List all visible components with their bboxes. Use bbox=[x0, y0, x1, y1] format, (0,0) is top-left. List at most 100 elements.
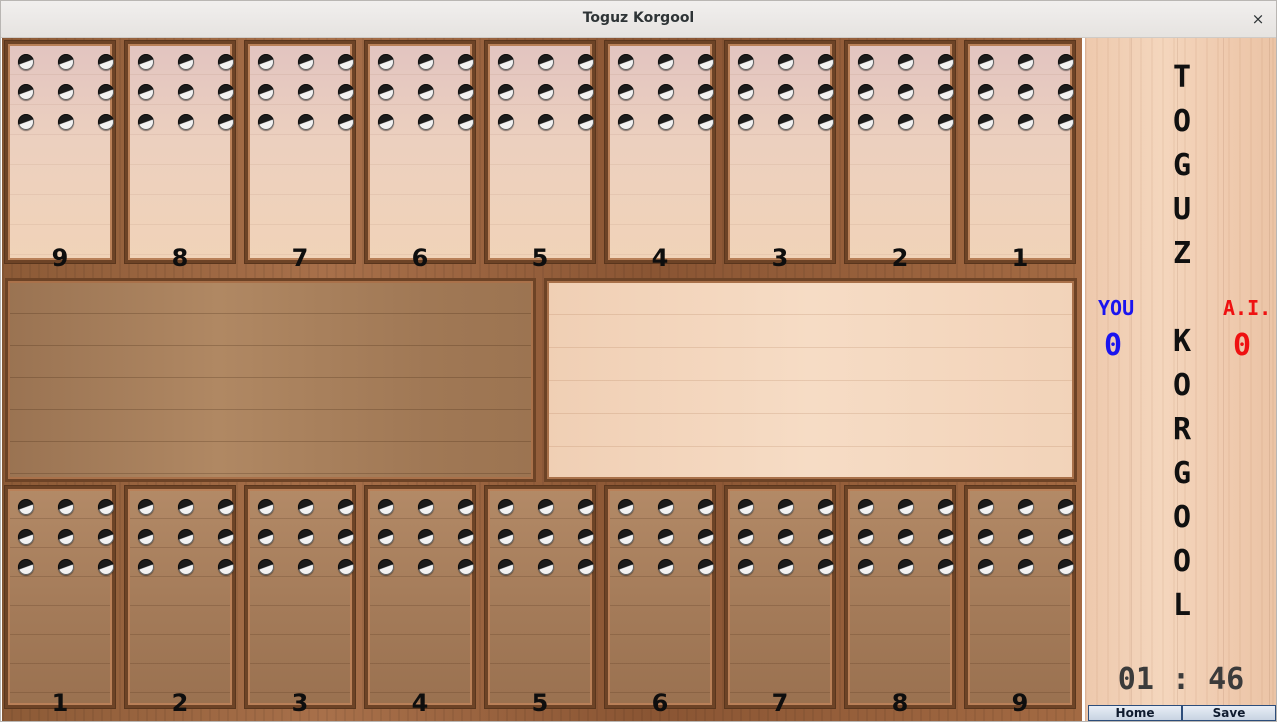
title-letter: Z bbox=[1172, 236, 1192, 271]
stone bbox=[338, 54, 354, 70]
pit-number: 8 bbox=[171, 244, 189, 272]
home-button[interactable]: Home bbox=[1088, 705, 1182, 721]
stone bbox=[858, 499, 874, 515]
stone bbox=[138, 54, 154, 70]
stone bbox=[378, 529, 394, 545]
player-pit-8[interactable]: 8 bbox=[845, 486, 955, 717]
stone bbox=[138, 499, 154, 515]
stone bbox=[138, 559, 154, 575]
stone bbox=[818, 529, 834, 545]
player-pit-4[interactable]: 4 bbox=[365, 486, 475, 717]
stone bbox=[698, 114, 714, 130]
opponent-pit-1[interactable]: 1 bbox=[965, 41, 1075, 272]
stone bbox=[618, 54, 634, 70]
stone bbox=[658, 114, 674, 130]
stone bbox=[978, 529, 994, 545]
pit-number: 4 bbox=[651, 244, 669, 272]
game-timer: 01 : 46 bbox=[1117, 662, 1245, 697]
stone bbox=[418, 529, 434, 545]
you-label: YOU bbox=[1098, 296, 1135, 320]
player-pit-6[interactable]: 6 bbox=[605, 486, 715, 717]
pit-number: 3 bbox=[771, 244, 789, 272]
stone bbox=[98, 54, 114, 70]
stone bbox=[1058, 559, 1074, 575]
stone bbox=[58, 114, 74, 130]
opponent-pit-9[interactable]: 9 bbox=[5, 41, 115, 272]
stone bbox=[698, 529, 714, 545]
stone bbox=[858, 114, 874, 130]
side-panel: YOU 0 A.I. 0 01 : 46 Home Save TOGUZKORG… bbox=[1085, 38, 1276, 721]
player-pit-1[interactable]: 1 bbox=[5, 486, 115, 717]
stone bbox=[218, 559, 234, 575]
stone bbox=[858, 529, 874, 545]
pit-number: 6 bbox=[411, 244, 429, 272]
stone bbox=[18, 114, 34, 130]
opponent-pit-5[interactable]: 5 bbox=[485, 41, 595, 272]
pit-number: 6 bbox=[651, 689, 669, 717]
opponent-pit-6[interactable]: 6 bbox=[365, 41, 475, 272]
title-letter: G bbox=[1172, 456, 1192, 491]
pit-number: 7 bbox=[291, 244, 309, 272]
player-kazan bbox=[5, 278, 536, 482]
stone bbox=[378, 499, 394, 515]
close-button[interactable]: × bbox=[1248, 9, 1268, 29]
stone bbox=[138, 84, 154, 100]
stone bbox=[498, 84, 514, 100]
stone bbox=[658, 559, 674, 575]
game-window: Toguz Korgool × 987654321 123456789 YOU … bbox=[0, 0, 1277, 722]
stone bbox=[778, 84, 794, 100]
player-pit-9[interactable]: 9 bbox=[965, 486, 1075, 717]
stone bbox=[98, 84, 114, 100]
stone bbox=[538, 54, 554, 70]
player-pit-7[interactable]: 7 bbox=[725, 486, 835, 717]
stone bbox=[58, 529, 74, 545]
stone bbox=[258, 84, 274, 100]
stone bbox=[458, 114, 474, 130]
window-title: Toguz Korgool bbox=[582, 10, 695, 26]
stone bbox=[1018, 54, 1034, 70]
stone bbox=[938, 529, 954, 545]
pit-number: 9 bbox=[51, 244, 69, 272]
opponent-pit-4[interactable]: 4 bbox=[605, 41, 715, 272]
stone bbox=[58, 54, 74, 70]
stone bbox=[218, 529, 234, 545]
title-letter: T bbox=[1172, 60, 1192, 95]
stone bbox=[938, 54, 954, 70]
opponent-pit-8[interactable]: 8 bbox=[125, 41, 235, 272]
stone bbox=[618, 84, 634, 100]
stone bbox=[978, 54, 994, 70]
stone bbox=[1018, 529, 1034, 545]
stone bbox=[178, 54, 194, 70]
title-letter: O bbox=[1172, 104, 1192, 139]
stone bbox=[1018, 559, 1034, 575]
stone bbox=[58, 559, 74, 575]
save-button[interactable]: Save bbox=[1182, 705, 1276, 721]
player-pit-2[interactable]: 2 bbox=[125, 486, 235, 717]
stone bbox=[778, 114, 794, 130]
title-letter: O bbox=[1172, 368, 1192, 403]
stone bbox=[138, 529, 154, 545]
stone bbox=[218, 499, 234, 515]
stone bbox=[618, 114, 634, 130]
player-pit-3[interactable]: 3 bbox=[245, 486, 355, 717]
stone bbox=[578, 114, 594, 130]
stone bbox=[58, 84, 74, 100]
title-letter: L bbox=[1172, 588, 1192, 623]
title-letter: O bbox=[1172, 500, 1192, 535]
opponent-pit-2[interactable]: 2 bbox=[845, 41, 955, 272]
stone bbox=[938, 84, 954, 100]
ai-label: A.I. bbox=[1223, 296, 1272, 320]
stone bbox=[1058, 529, 1074, 545]
stone bbox=[538, 114, 554, 130]
opponent-pit-3[interactable]: 3 bbox=[725, 41, 835, 272]
stone bbox=[258, 114, 274, 130]
stone bbox=[418, 559, 434, 575]
stone bbox=[498, 559, 514, 575]
stone bbox=[18, 529, 34, 545]
stone bbox=[698, 54, 714, 70]
stone bbox=[218, 114, 234, 130]
stone bbox=[618, 559, 634, 575]
title-letter: R bbox=[1172, 412, 1192, 447]
opponent-pit-7[interactable]: 7 bbox=[245, 41, 355, 272]
player-pit-5[interactable]: 5 bbox=[485, 486, 595, 717]
